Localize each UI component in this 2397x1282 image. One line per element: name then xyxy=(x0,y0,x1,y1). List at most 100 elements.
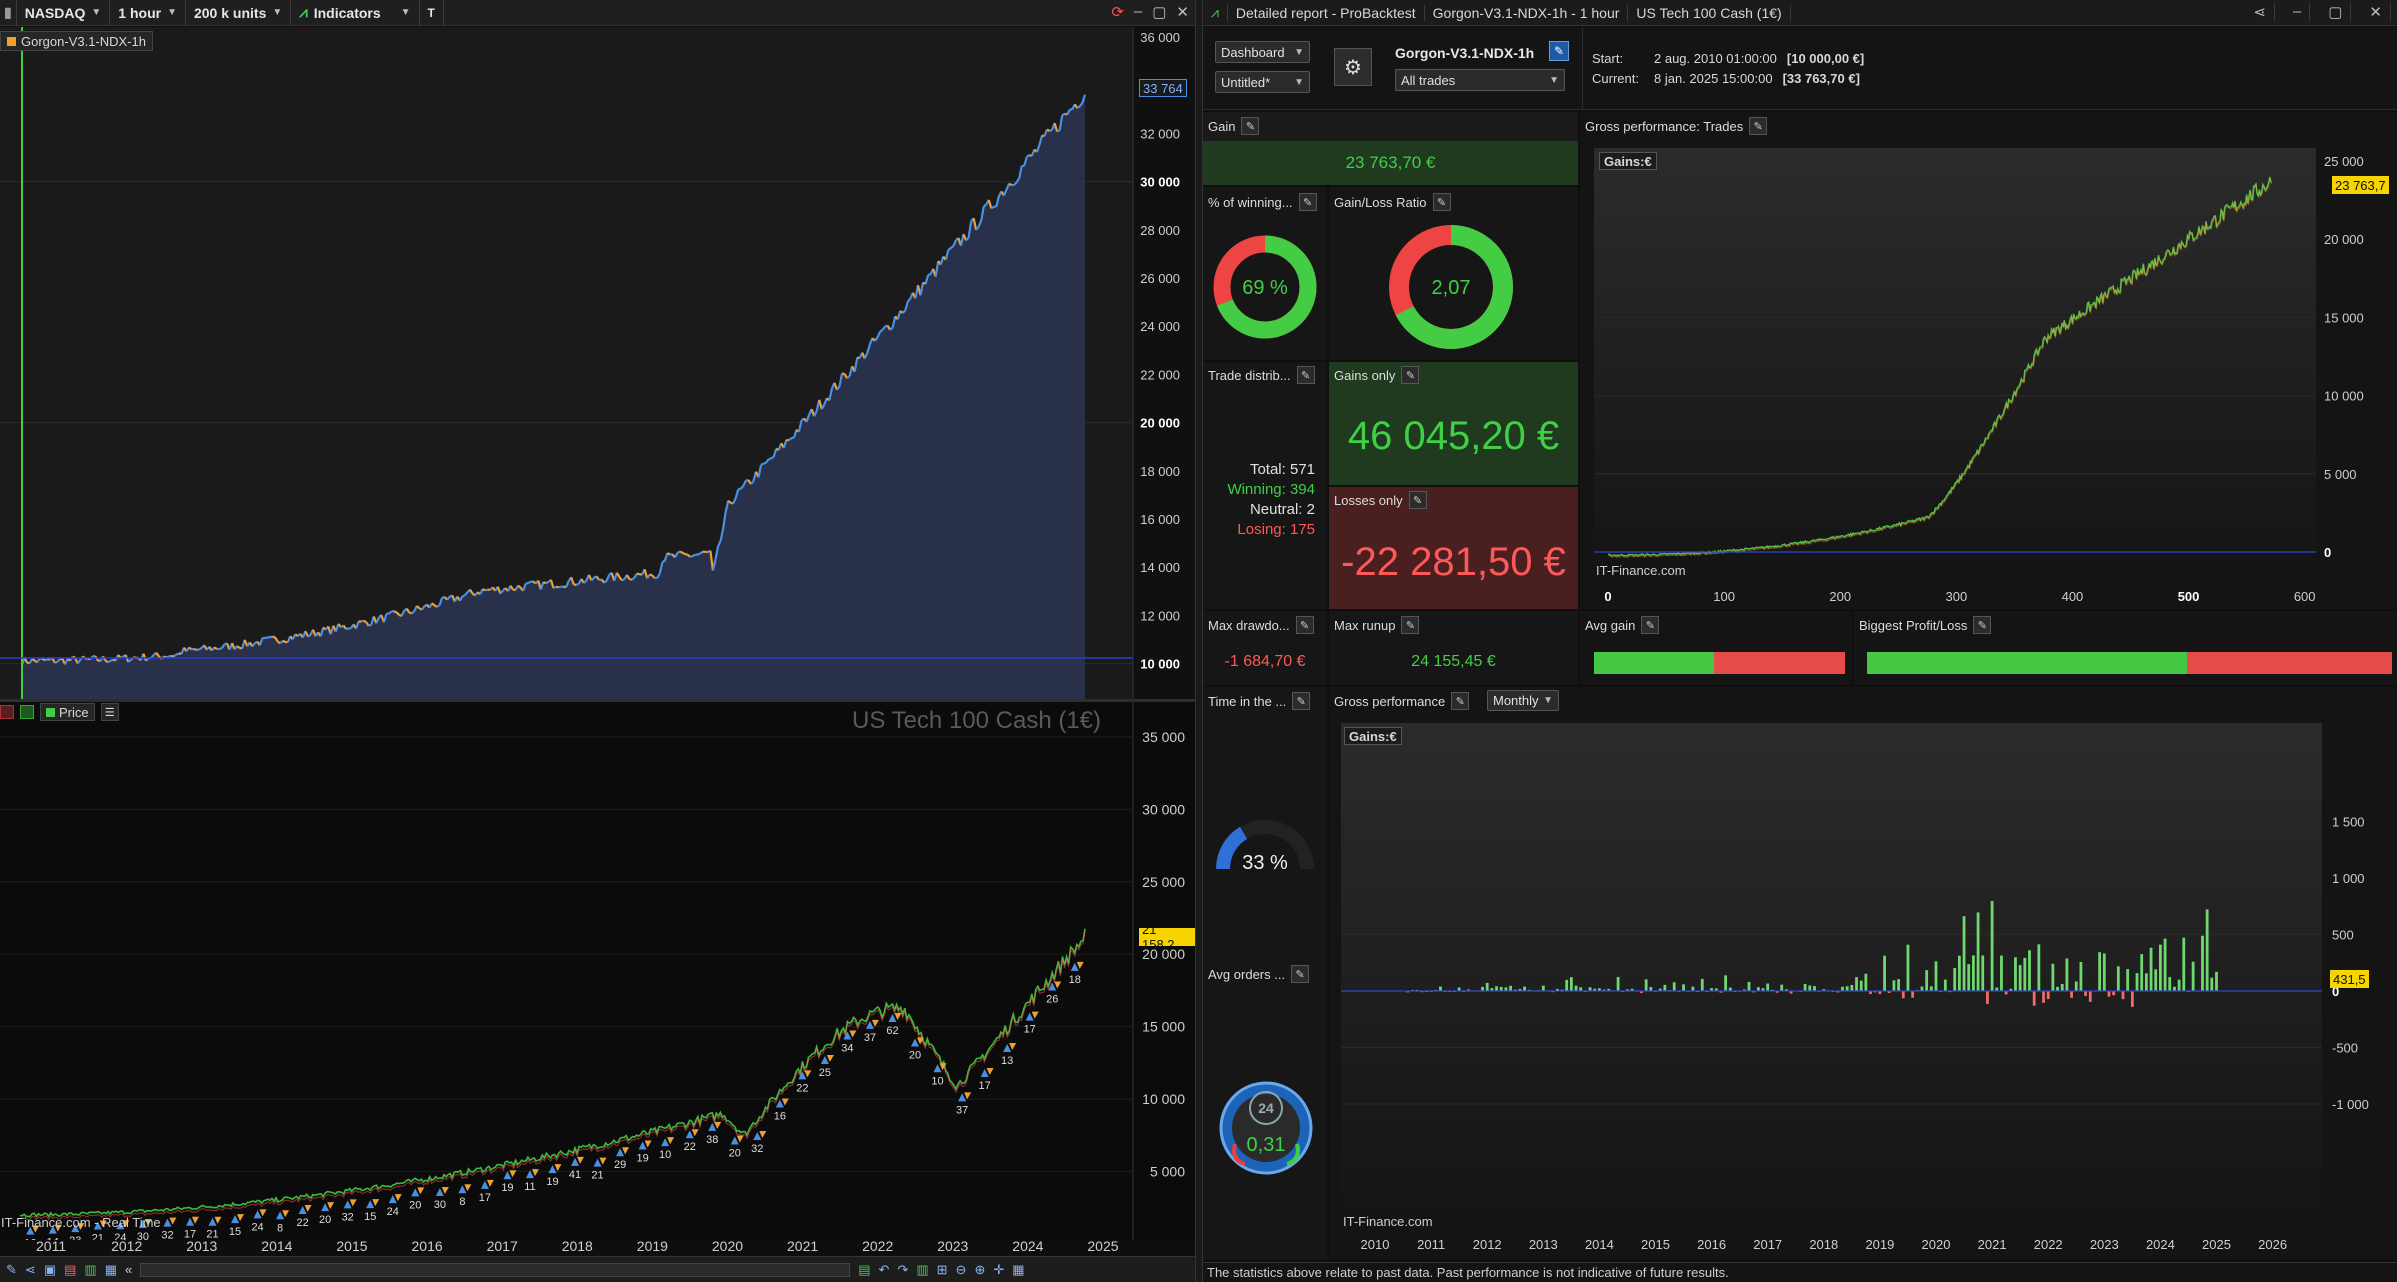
wrench-icon[interactable]: ✎ xyxy=(1296,366,1315,384)
wrench-icon[interactable]: ✎ xyxy=(1292,692,1311,710)
trade-label: 30 xyxy=(434,1199,446,1211)
monthly-bar xyxy=(1986,991,1989,1004)
timeframe-select[interactable]: 1 hour ▼ xyxy=(110,0,186,26)
crosshair-icon[interactable]: ✛ xyxy=(993,1262,1004,1278)
equity-segment xyxy=(666,552,671,556)
title-tab-strategy[interactable]: Gorgon-V3.1-NDX-1h - 1 hour xyxy=(1425,4,1629,21)
wrench-icon[interactable]: ✎ xyxy=(1641,616,1660,634)
trades-filter-select[interactable]: All trades ▼ xyxy=(1395,69,1565,91)
exchange-select[interactable]: NASDAQ ▼ xyxy=(17,0,111,26)
gain-title: Gain ✎ xyxy=(1203,115,1260,137)
close-icon[interactable]: ✕ xyxy=(1176,3,1189,21)
wrench-icon[interactable]: ✎ xyxy=(1291,965,1310,983)
equity-segment xyxy=(173,653,178,658)
zoom-fit-icon[interactable]: ⊞ xyxy=(937,1262,948,1278)
equity-segment xyxy=(699,550,704,555)
y-tick-label: 15 000 xyxy=(1142,1019,1185,1035)
price-chart[interactable]: 1614232124303217211524822203215242030817… xyxy=(0,702,1195,1240)
refresh-icon[interactable]: ⟳ xyxy=(1111,3,1124,21)
print-icon[interactable]: ▦ xyxy=(105,1262,117,1278)
wrench-icon[interactable]: ✎ xyxy=(1408,491,1427,509)
monthly-bar xyxy=(2042,991,2045,1003)
close-icon[interactable]: ✕ xyxy=(2361,3,2391,21)
calendar-icon[interactable]: ▤ xyxy=(858,1262,870,1278)
x-tick-label: 2020 xyxy=(1922,1237,1951,1252)
equity-segment xyxy=(770,455,775,460)
wrench-icon[interactable]: ✎ xyxy=(1298,193,1317,211)
redo-icon[interactable]: ↷ xyxy=(897,1262,908,1278)
grid-icon[interactable]: ▦ xyxy=(1012,1262,1024,1278)
gross-perf-trades-chart[interactable]: 25 000 20 000 15 000 10 000 5 000 0 0 100 200 30… xyxy=(1580,148,2397,609)
monthly-bar xyxy=(2177,979,2181,991)
monthly-bar xyxy=(2154,969,2158,991)
losses-only-title-text: Losses only xyxy=(1334,492,1403,508)
wrench-icon[interactable]: ✎ xyxy=(1432,193,1451,211)
bars-icon[interactable]: ▥ xyxy=(916,1262,928,1278)
trade-label: 24 xyxy=(251,1221,263,1233)
trades-icon[interactable]: ▥ xyxy=(84,1262,96,1278)
share-icon[interactable]: ⋖ xyxy=(25,1262,36,1278)
undo-icon[interactable]: ↶ xyxy=(879,1262,890,1278)
equity-segment xyxy=(484,588,488,592)
wrench-icon[interactable]: ✎ xyxy=(1401,616,1420,634)
gpt-current-value: 23 763,7 xyxy=(2332,176,2389,194)
report-logo-icon: ⩘ xyxy=(1203,4,1228,21)
minimize-icon[interactable]: – xyxy=(2285,3,2311,21)
period-select[interactable]: Monthly ▼ xyxy=(1487,690,1559,711)
disclaimer-text: The statistics above relate to past data… xyxy=(1207,1265,1729,1280)
template-select[interactable]: Untitled* ▼ xyxy=(1215,71,1310,93)
template-select-label: Untitled* xyxy=(1221,74,1271,90)
window-splitter[interactable] xyxy=(1195,0,1203,1282)
gpm-badge-text: Gains:€ xyxy=(1349,728,1397,744)
maximize-icon[interactable]: ▢ xyxy=(2320,3,2352,21)
equity-segment xyxy=(272,635,276,639)
toolbar-drag-handle[interactable]: ▮ xyxy=(0,0,17,26)
view-select[interactable]: Dashboard ▼ xyxy=(1215,41,1310,63)
minimize-icon[interactable]: – xyxy=(1134,3,1142,21)
biggest-profit-loss-panel: Biggest Profit/Loss ✎ xyxy=(1854,611,2397,685)
x-tick-label: 2023 xyxy=(2090,1237,2119,1252)
wrench-icon[interactable]: ✎ xyxy=(1295,616,1314,634)
equity-segment xyxy=(525,581,529,585)
pencil-icon[interactable]: ✎ xyxy=(6,1262,17,1278)
price-pane-header: Price ☰ xyxy=(0,702,119,722)
orders-icon[interactable]: ▤ xyxy=(64,1262,76,1278)
gross-perf-monthly-chart[interactable]: 1 5001 0005000-500-1 000 2010 2011 2012 201… xyxy=(1329,723,2397,1260)
title-tab-report[interactable]: Detailed report - ProBacktest xyxy=(1228,4,1425,21)
monthly-bar xyxy=(1565,979,1569,991)
pane-expand-icon[interactable] xyxy=(20,705,34,719)
trade-label: 11 xyxy=(524,1181,535,1193)
list-icon[interactable]: ☰ xyxy=(100,703,119,721)
max-drawdown-title: Max drawdo... ✎ xyxy=(1203,614,1314,636)
trade-label: 26 xyxy=(1046,994,1058,1006)
equity-curve-chart[interactable]: 36 00034 00032 00030 00028 00026 00024 0… xyxy=(0,27,1195,699)
wrench-icon[interactable]: ✎ xyxy=(1241,117,1260,135)
equity-segment xyxy=(990,205,995,210)
monthly-bar xyxy=(2074,981,2078,991)
x-tick-label: 2022 xyxy=(2034,1237,2063,1252)
units-select[interactable]: 200 k units ▼ xyxy=(186,0,292,26)
text-tool-button[interactable]: T xyxy=(420,0,444,26)
strategy-tag[interactable]: Gorgon-V3.1-NDX-1h xyxy=(0,31,153,51)
x-tick-label: 2011 xyxy=(36,1238,67,1254)
wrench-icon[interactable]: ✎ xyxy=(1973,616,1992,634)
monthly-bar xyxy=(1957,955,1961,991)
wrench-icon[interactable]: ✎ xyxy=(1401,366,1420,384)
maximize-icon[interactable]: ▢ xyxy=(1152,3,1166,21)
y-tick-label: 32 000 xyxy=(1140,126,1180,141)
wrench-icon[interactable]: ✎ xyxy=(1749,117,1768,135)
edit-icon[interactable]: ✎ xyxy=(1549,41,1569,61)
folder-icon[interactable]: ▣ xyxy=(44,1262,56,1278)
horizontal-scrollbar[interactable] xyxy=(140,1262,851,1277)
scroll-left-icon[interactable]: « xyxy=(125,1262,132,1277)
indicators-button[interactable]: ⩘ Indicators ▼ xyxy=(291,0,420,26)
pane-close-icon[interactable] xyxy=(0,705,14,719)
share-icon[interactable]: ⋖ xyxy=(2245,3,2275,21)
price-tab[interactable]: Price xyxy=(40,703,95,721)
zoom-out-icon[interactable]: ⊖ xyxy=(956,1262,967,1278)
monthly-bar xyxy=(2140,954,2144,991)
wrench-icon[interactable]: ✎ xyxy=(1451,692,1470,710)
zoom-in-icon[interactable]: ⊕ xyxy=(974,1262,985,1278)
equity-segment xyxy=(1026,154,1030,158)
title-tab-instrument[interactable]: US Tech 100 Cash (1€) xyxy=(1628,4,1791,21)
